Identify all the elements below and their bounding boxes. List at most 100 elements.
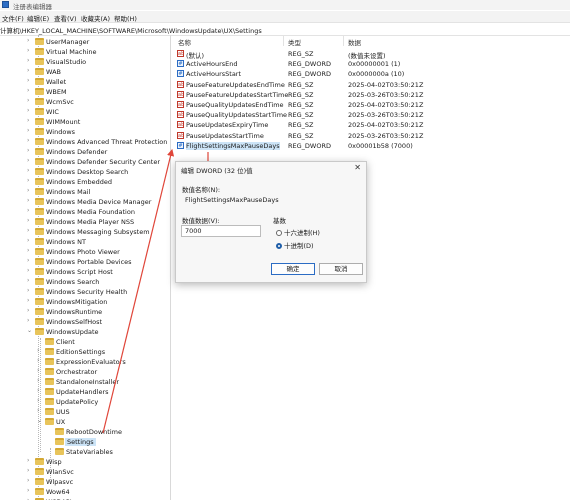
- value-data-input[interactable]: 7000: [181, 225, 261, 237]
- chevron-right-icon[interactable]: ›: [27, 257, 33, 264]
- chevron-right-icon[interactable]: ›: [27, 57, 33, 64]
- chevron-right-icon[interactable]: ›: [27, 187, 33, 194]
- tree-item-label: Windows Embedded: [46, 178, 113, 186]
- chevron-right-icon[interactable]: ›: [27, 487, 33, 494]
- chevron-right-icon[interactable]: ›: [37, 387, 43, 394]
- chevron-right-icon[interactable]: ›: [27, 247, 33, 254]
- chevron-right-icon[interactable]: ›: [27, 177, 33, 184]
- folder-icon: [35, 458, 44, 465]
- value-name: PauseUpdatesStartTime: [186, 131, 264, 140]
- string-value-icon: ab: [177, 121, 185, 129]
- column-header-type[interactable]: 类型: [288, 37, 301, 47]
- chevron-right-icon[interactable]: ›: [27, 137, 33, 144]
- close-icon[interactable]: ✕: [354, 163, 361, 172]
- chevron-right-icon[interactable]: ›: [37, 357, 43, 364]
- value-row[interactable]: # ActiveHoursStart REG_DWORD 0x0000000a (10…: [172, 69, 570, 79]
- value-row[interactable]: ab PauseUpdatesStartTime REG_SZ 2025-03-26T…: [172, 131, 570, 141]
- chevron-right-icon[interactable]: ›: [27, 317, 33, 324]
- cancel-button[interactable]: 取消: [319, 263, 363, 275]
- value-type: REG_SZ: [288, 80, 314, 89]
- address-path[interactable]: 计算机\HKEY_LOCAL_MACHINE\SOFTWARE\Microsof…: [0, 25, 262, 35]
- tree-item-label: Wallet: [46, 78, 67, 86]
- menu-bar: 文件(F) 编辑(E) 查看(V) 收藏夹(A) 帮助(H): [0, 11, 570, 23]
- chevron-right-icon[interactable]: ›: [27, 207, 33, 214]
- chevron-right-icon[interactable]: ›: [27, 97, 33, 104]
- base-group-label: 基数: [273, 217, 286, 225]
- chevron-right-icon[interactable]: ›: [27, 307, 33, 314]
- column-header-data[interactable]: 数据: [348, 37, 361, 47]
- value-row[interactable]: ab PauseUpdatesExpiryTime REG_SZ 2025-04-02…: [172, 120, 570, 130]
- chevron-right-icon[interactable]: ›: [27, 287, 33, 294]
- chevron-right-icon[interactable]: ›: [37, 397, 43, 404]
- chevron-right-icon[interactable]: ›: [27, 167, 33, 174]
- chevron-right-icon[interactable]: ›: [27, 467, 33, 474]
- chevron-right-icon[interactable]: ›: [27, 107, 33, 114]
- chevron-right-icon[interactable]: ›: [37, 377, 43, 384]
- string-value-icon: ab: [177, 111, 185, 119]
- tree-item-label: Wisp: [46, 458, 62, 466]
- column-header-name[interactable]: 名称: [178, 37, 191, 47]
- chevron-right-icon[interactable]: ›: [27, 147, 33, 154]
- value-type: REG_SZ: [288, 101, 314, 109]
- chevron-right-icon[interactable]: ›: [27, 297, 33, 304]
- tree-item-label: Windows Media Device Manager: [46, 198, 152, 206]
- value-row[interactable]: ab (默认) REG_SZ (数值未设置): [172, 49, 570, 60]
- folder-icon: [35, 308, 44, 315]
- value-row[interactable]: ab PauseFeatureUpdatesEndTime REG_SZ 2025-0…: [172, 80, 570, 90]
- tree-item-label: Windows Desktop Search: [46, 168, 129, 176]
- chevron-right-icon[interactable]: ›: [27, 227, 33, 234]
- chevron-right-icon[interactable]: ›: [27, 277, 33, 284]
- tree-item-label: Windows Mail: [46, 188, 91, 196]
- tree-item-label: WlanSvc: [46, 468, 74, 476]
- value-row[interactable]: ab PauseQualityUpdatesStartTime REG_SZ 2025…: [172, 110, 570, 120]
- chevron-right-icon[interactable]: ›: [27, 457, 33, 464]
- chevron-right-icon[interactable]: ›: [27, 267, 33, 274]
- chevron-right-icon[interactable]: ›: [27, 117, 33, 124]
- column-divider[interactable]: [343, 36, 344, 46]
- radio-hex-label: 十六进制(H): [284, 229, 320, 237]
- chevron-right-icon[interactable]: ›: [27, 237, 33, 244]
- value-row[interactable]: ab PauseFeatureUpdatesStartTime REG_SZ 2025…: [172, 90, 570, 100]
- tree-item-label: Wlpasvc: [46, 478, 74, 486]
- regedit-icon: [2, 1, 9, 8]
- folder-icon: [35, 238, 44, 245]
- chevron-right-icon[interactable]: ›: [27, 197, 33, 204]
- value-row[interactable]: ab PauseQualityUpdatesEndTime REG_SZ 2025-0…: [172, 100, 570, 110]
- radio-decimal-indicator[interactable]: [276, 243, 282, 249]
- chevron-right-icon[interactable]: ›: [37, 407, 43, 414]
- string-value-icon: ab: [177, 131, 185, 139]
- chevron-right-icon[interactable]: ›: [27, 477, 33, 484]
- radio-hex-indicator[interactable]: [276, 230, 282, 236]
- folder-icon: [45, 358, 54, 365]
- tree-item-label: UUS: [56, 408, 70, 416]
- title-bar: 注册表编辑器: [0, 0, 570, 11]
- registry-tree[interactable]: › UserManager › Virtual Machine › VisualStudi…: [0, 35, 171, 500]
- column-divider[interactable]: [283, 36, 284, 46]
- chevron-right-icon[interactable]: ›: [37, 367, 43, 374]
- chevron-down-icon[interactable]: ⌄: [37, 417, 43, 424]
- folder-icon: [35, 478, 44, 485]
- value-type: REG_DWORD: [288, 70, 331, 79]
- chevron-right-icon[interactable]: ›: [27, 217, 33, 224]
- chevron-right-icon[interactable]: ›: [27, 47, 33, 54]
- value-type: REG_SZ: [288, 50, 314, 58]
- chevron-right-icon[interactable]: ›: [27, 157, 33, 164]
- value-name-field[interactable]: FlightSettingsMaxPauseDays: [181, 194, 361, 206]
- radio-decimal[interactable]: 十进制(D): [276, 240, 314, 250]
- value-row-selected[interactable]: # FlightSettingsMaxPauseDays REG_DWORD 0x00…: [172, 141, 570, 151]
- tree-item-label: Windows Messaging Subsystem: [46, 228, 150, 236]
- folder-icon: [35, 298, 44, 305]
- address-bar[interactable]: 计算机\HKEY_LOCAL_MACHINE\SOFTWARE\Microsof…: [0, 22, 570, 36]
- value-row[interactable]: # ActiveHoursEnd REG_DWORD 0x00000001 (1): [172, 59, 570, 69]
- chevron-right-icon[interactable]: ›: [27, 87, 33, 94]
- folder-icon: [35, 118, 44, 125]
- chevron-down-icon[interactable]: ⌄: [27, 327, 33, 334]
- string-value-icon: ab: [177, 90, 185, 98]
- radio-hex[interactable]: 十六进制(H): [276, 227, 320, 237]
- chevron-right-icon[interactable]: ›: [27, 67, 33, 74]
- chevron-right-icon[interactable]: ›: [27, 127, 33, 134]
- ok-button[interactable]: 确定: [271, 263, 315, 275]
- chevron-right-icon[interactable]: ›: [27, 37, 33, 44]
- chevron-right-icon[interactable]: ›: [27, 77, 33, 84]
- chevron-right-icon[interactable]: ›: [37, 347, 43, 354]
